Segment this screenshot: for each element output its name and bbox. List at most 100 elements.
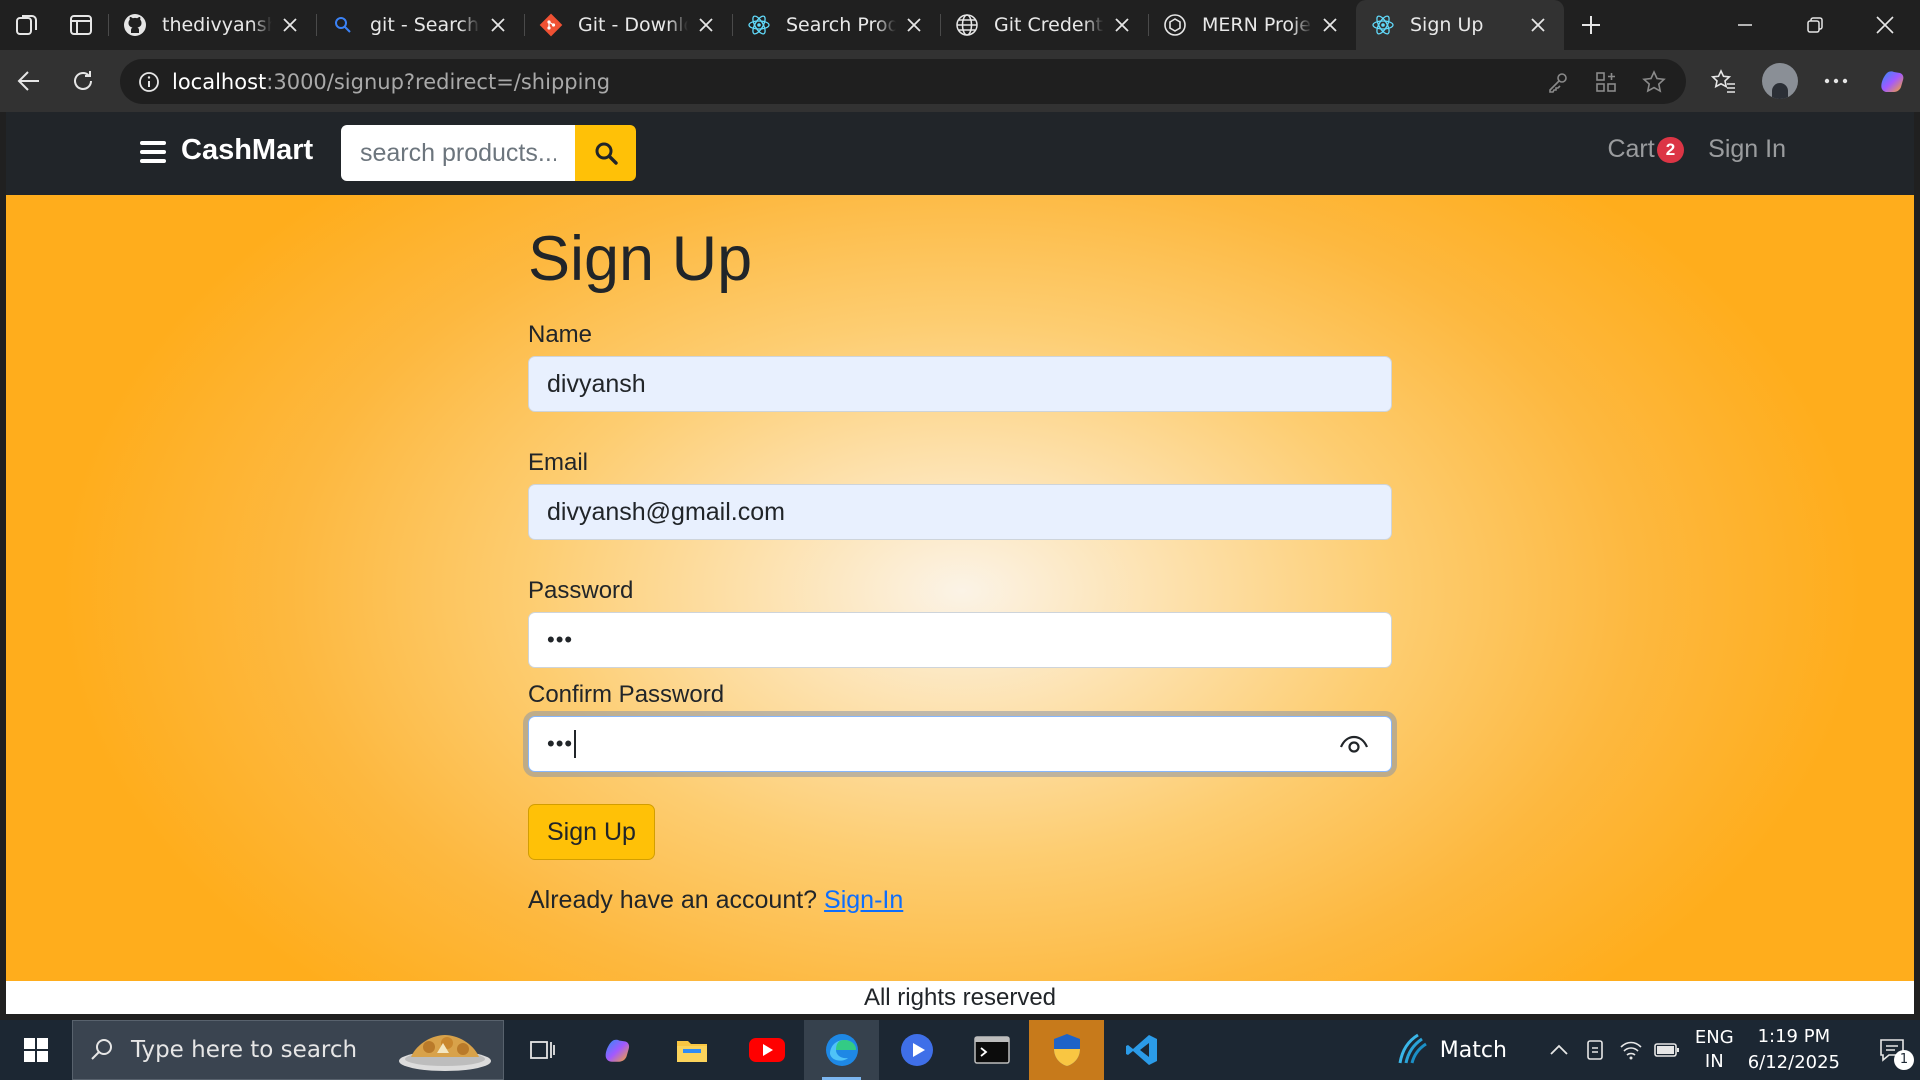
meet-now-icon[interactable] [1577,1039,1613,1061]
close-icon[interactable] [1110,13,1134,37]
taskbar-clock[interactable]: 1:19 PM 6/12/2025 [1748,1024,1840,1076]
tab-title: Git - Downloads [578,14,688,36]
app-install-icon[interactable] [1582,70,1630,94]
cricket-match-icon [1398,1033,1427,1064]
terminal-icon[interactable] [954,1020,1029,1080]
email-label: Email [528,449,589,476]
file-explorer-icon[interactable] [654,1020,729,1080]
cart-label: Cart [1607,135,1655,163]
copilot-icon[interactable] [1864,56,1920,106]
name-field[interactable]: divyansh [528,356,1392,412]
task-view-icon[interactable] [504,1020,579,1080]
hamburger-menu-icon[interactable] [140,141,166,163]
brand-logo[interactable]: CashMart [181,134,313,167]
password-key-icon[interactable] [1534,71,1582,93]
show-hidden-icons-chevron-icon[interactable] [1541,1044,1577,1056]
search-input[interactable] [341,125,575,181]
close-icon[interactable] [278,13,302,37]
site-navbar: CashMart Cart 2 Sign In [6,112,1914,195]
back-button[interactable] [2,56,56,106]
tab-title: Git Credential Manager [994,14,1104,36]
bing-search-icon [330,12,356,38]
language-indicator[interactable]: ENG IN [1695,1026,1734,1074]
confirm-password-mask: ••• [547,731,574,756]
openai-icon [1162,12,1188,38]
close-icon[interactable] [902,13,926,37]
reveal-password-eye-icon[interactable] [1339,732,1369,763]
favorite-star-icon[interactable] [1630,69,1678,94]
tab-git-search[interactable]: git - Search [316,0,524,50]
tab-sign-up[interactable]: Sign Up [1356,0,1564,50]
react-icon [746,12,772,38]
toolbar-right [1696,50,1920,112]
back-arrow-icon [17,71,39,91]
site-info-icon[interactable] [126,71,172,93]
tab-actions-icon[interactable] [54,0,108,50]
close-icon[interactable] [486,13,510,37]
new-tab-button[interactable] [1564,0,1618,50]
email-field[interactable]: divyansh@gmail.com [528,484,1392,540]
favorites-icon[interactable] [1696,56,1752,106]
tab-github[interactable]: thedivyansh31 [108,0,316,50]
git-logo-icon [538,12,564,38]
more-options-icon[interactable] [1808,56,1864,106]
copilot-app-icon[interactable] [579,1020,654,1080]
password-field[interactable]: ••• [528,612,1392,668]
github-icon [122,12,148,38]
tab-title: Search Products [786,14,896,36]
tab-git-credential[interactable]: Git Credential Manager [940,0,1148,50]
text-caret [574,730,577,758]
windows-logo-icon [24,1038,48,1062]
close-window-button[interactable] [1850,0,1920,50]
page-title: Sign Up [528,224,753,294]
window-controls [1710,0,1920,50]
browser-toolbar: localhost:3000/signup?redirect=/shipping [0,50,1920,112]
password-mask: ••• [547,627,574,652]
tab-git-downloads[interactable]: Git - Downloads [524,0,732,50]
battery-icon[interactable] [1649,1042,1685,1058]
close-icon[interactable] [1318,13,1342,37]
taskbar-search-box[interactable]: Type here to search [72,1020,504,1080]
notification-center-icon[interactable]: 1 [1864,1038,1920,1070]
close-icon[interactable] [694,13,718,37]
tab-mern-project[interactable]: MERN Project [1148,0,1356,50]
address-bar[interactable]: localhost:3000/signup?redirect=/shipping [120,59,1686,104]
clock-date: 6/12/2025 [1747,1052,1840,1073]
signup-submit-button[interactable]: Sign Up [528,804,655,860]
restore-button[interactable] [1780,0,1850,50]
vscode-icon[interactable] [1104,1020,1179,1080]
tab-title: thedivyansh31 [162,14,272,36]
wifi-icon[interactable] [1613,1039,1649,1061]
media-player-icon[interactable] [879,1020,954,1080]
search-icon [595,142,618,165]
pinned-apps [504,1020,1179,1080]
weather-widget[interactable]: Match [1394,1033,1507,1067]
refresh-icon [74,71,92,90]
cart-link[interactable]: Cart 2 [1607,135,1685,164]
edge-browser-icon[interactable] [804,1020,879,1080]
search-button[interactable] [575,125,636,181]
security-shield-icon[interactable] [1029,1020,1104,1080]
profile-avatar[interactable] [1752,56,1808,106]
youtube-icon[interactable] [729,1020,804,1080]
minimize-button[interactable] [1710,0,1780,50]
tab-search-products[interactable]: Search Products [732,0,940,50]
workspaces-icon[interactable] [0,0,54,50]
notification-count-badge: 1 [1894,1050,1914,1070]
url-text: localhost:3000/signup?redirect=/shipping [172,69,611,94]
search-icon [89,1037,115,1063]
system-tray: Match ENG IN 1:19 PM 6/12/2025 1 [1394,1020,1920,1080]
refresh-button[interactable] [56,56,110,106]
close-icon[interactable] [1526,13,1550,37]
windows-start-button[interactable] [0,1020,72,1080]
signin-prompt-link[interactable]: Sign-In [824,886,903,914]
nav-links: Cart 2 Sign In [1607,135,1786,164]
weather-label: Match [1439,1037,1507,1063]
signin-link[interactable]: Sign In [1708,135,1786,164]
confirm-password-field[interactable]: ••• [528,716,1392,772]
search-highlight-food-icon [399,1035,491,1071]
globe-icon [954,12,980,38]
signin-prompt: Already have an account? Sign-In [528,886,903,915]
cart-count-badge: 2 [1656,136,1685,163]
password-label: Password [528,577,634,604]
